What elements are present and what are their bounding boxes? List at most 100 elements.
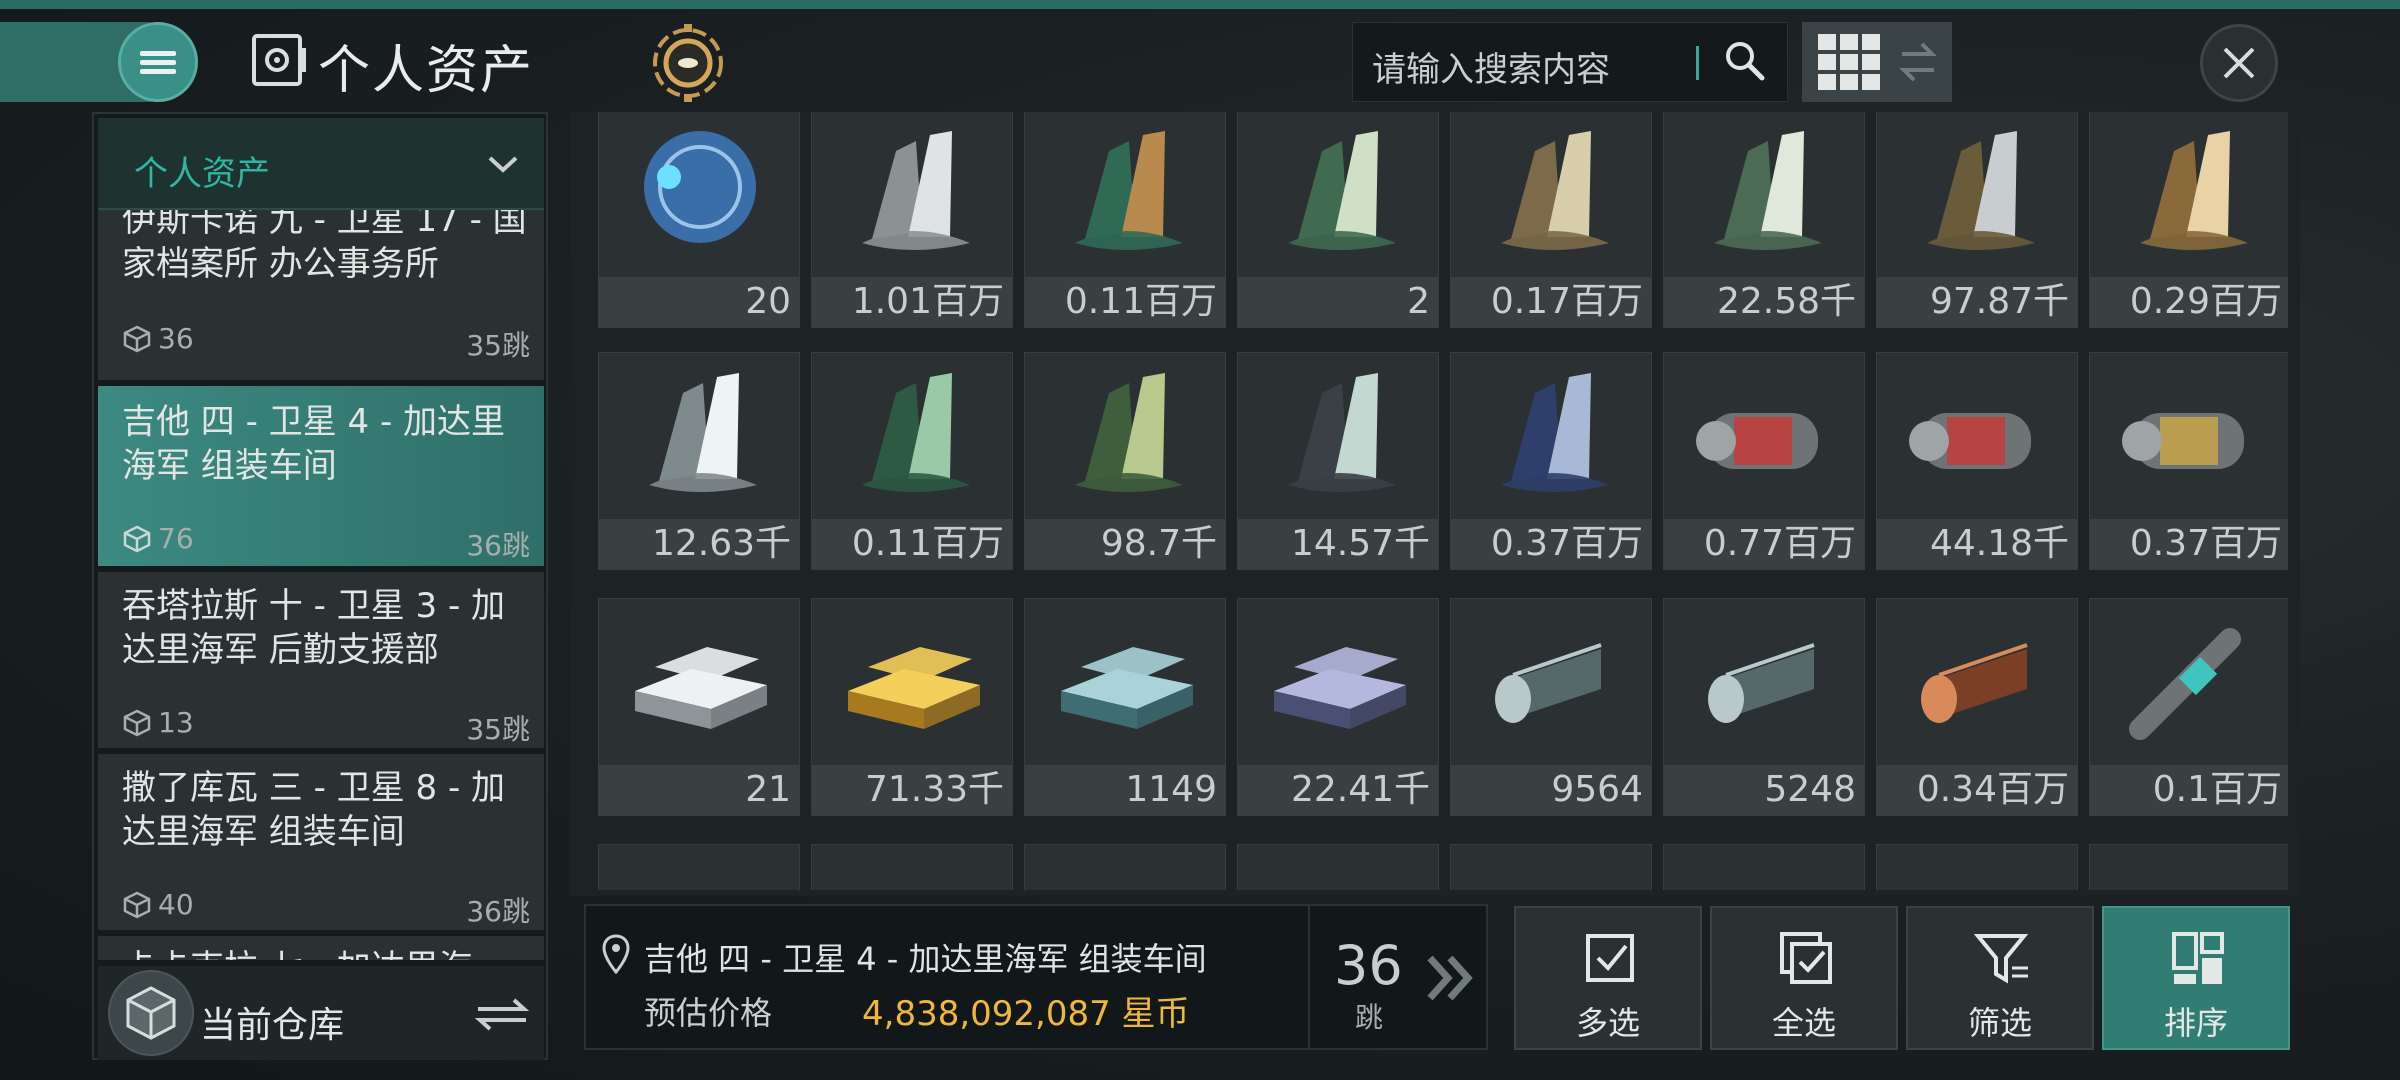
select-all-icon: [1780, 932, 1832, 984]
part-icon: [1025, 845, 1227, 890]
inventory-item[interactable]: 44.18千: [1876, 352, 2078, 570]
inventory-item[interactable]: [1024, 844, 1226, 890]
inventory-item[interactable]: 0.29百万: [2089, 112, 2288, 328]
part-icon: [599, 845, 801, 890]
filter-label: 筛选: [1967, 1004, 2032, 1042]
safe-icon: [252, 34, 306, 86]
item-quantity: 0.77百万: [1664, 519, 1864, 569]
item-quantity: 71.33千: [812, 765, 1012, 815]
search-icon[interactable]: [1722, 38, 1768, 84]
location-item[interactable]: 伊斯卡诺 九 - 卫星 17 - 国家档案所 办公事务所 36 35跳: [98, 210, 544, 380]
swap-arrows-icon[interactable]: [474, 996, 530, 1032]
hamburger-icon: [140, 47, 176, 78]
inventory-item[interactable]: [2089, 844, 2288, 890]
tritanium-ore-icon: [862, 131, 970, 250]
drone-pod-icon: [644, 131, 756, 243]
fabric-roll-icon: [1495, 643, 1602, 723]
estimated-price-value: 4,838,092,087 星币: [862, 994, 1190, 1034]
inventory-item[interactable]: 0.34百万: [1876, 598, 2078, 816]
inventory-item[interactable]: 0.11百万: [811, 352, 1013, 570]
inventory-grid[interactable]: 20 1.01百万 0.11百万 2 0.17百万 22.58千 97.87千 0.29百万 1…: [598, 112, 2288, 890]
green-crystal-cluster-icon: [1075, 131, 1183, 250]
search-input[interactable]: 请输入搜索内容: [1372, 42, 1610, 91]
copper-sheet-icon: [1921, 643, 2028, 723]
inventory-item[interactable]: 0.17百万: [1450, 112, 1652, 328]
search-divider: [1696, 46, 1699, 80]
sort-icon: [2172, 932, 2224, 984]
close-icon: [2223, 47, 2255, 79]
inventory-item[interactable]: 20: [598, 112, 800, 328]
count-value: 36: [158, 322, 194, 355]
grid-view-icon[interactable]: [1818, 34, 1880, 90]
location-name: 吞塔拉斯 十 - 卫星 3 - 加达里海军 后勤支援部: [122, 586, 506, 670]
warehouse-icon-circle: [108, 970, 194, 1056]
inventory-item[interactable]: [1663, 844, 1865, 890]
multi-select-button[interactable]: 多选: [1514, 906, 1702, 1050]
item-quantity: 20: [599, 277, 799, 327]
item-quantity: 0.34百万: [1877, 765, 2077, 815]
current-warehouse-label: 当前仓库: [200, 1005, 345, 1046]
silver-ingot-icon: [635, 647, 767, 729]
bronze-crystal-icon: [1501, 131, 1609, 250]
part-icon: [2090, 845, 2288, 890]
chevron-down-icon[interactable]: [486, 152, 520, 176]
inventory-item[interactable]: 0.37百万: [1450, 352, 1652, 570]
dark-crystal-cluster-icon: [1288, 373, 1396, 492]
filter-button[interactable]: 筛选: [1906, 906, 2094, 1050]
location-list[interactable]: 伊斯卡诺 九 - 卫星 17 - 国家档案所 办公事务所 36 35跳 吉他 四…: [98, 210, 544, 960]
dropdown-label: 个人资产: [134, 154, 270, 194]
item-quantity: 12.63千: [599, 519, 799, 569]
inventory-item[interactable]: 97.87千: [1876, 112, 2078, 328]
item-quantity: 0.17百万: [1451, 277, 1651, 327]
item-quantity: 0.37百万: [1451, 519, 1651, 569]
inventory-item[interactable]: 0.1百万: [2089, 598, 2288, 816]
inventory-item[interactable]: 98.7千: [1024, 352, 1226, 570]
inventory-item[interactable]: 0.11百万: [1024, 112, 1226, 328]
item-quantity: 0.29百万: [2090, 277, 2288, 327]
inventory-item[interactable]: 9564: [1450, 598, 1652, 816]
inventory-item[interactable]: [1876, 844, 2078, 890]
menu-button[interactable]: [118, 22, 198, 102]
select-all-button[interactable]: 全选: [1710, 906, 1898, 1050]
close-button[interactable]: [2200, 24, 2278, 102]
location-item[interactable]: 撒了库瓦 三 - 卫星 8 - 加达里海军 组装车间 40 36跳: [98, 754, 544, 930]
inventory-item[interactable]: 2: [1237, 112, 1439, 328]
location-name: 伊斯卡诺 九 - 卫星 17 - 国家档案所 办公事务所: [122, 210, 527, 284]
count-value: 40: [158, 888, 194, 921]
inventory-item[interactable]: 0.37百万: [2089, 352, 2288, 570]
item-quantity: 97.87千: [1877, 277, 2077, 327]
item-quantity: 0.11百万: [1025, 277, 1225, 327]
teal-ingot-icon: [1061, 647, 1193, 729]
sort-button[interactable]: 排序: [2102, 906, 2290, 1050]
inventory-item[interactable]: 1149: [1024, 598, 1226, 816]
item-quantity: 0.37百万: [2090, 519, 2288, 569]
multi-select-icon: [1586, 934, 1634, 982]
inventory-item[interactable]: 1.01百万: [811, 112, 1013, 328]
location-item-count: 36: [122, 322, 194, 355]
dark-green-crystal-icon: [862, 373, 970, 492]
jumps-count: 36: [1334, 934, 1403, 997]
amber-crystal-icon: [2140, 131, 2248, 250]
inventory-item[interactable]: 14.57千: [1237, 352, 1439, 570]
inventory-item[interactable]: [1450, 844, 1652, 890]
inventory-item[interactable]: 12.63千: [598, 352, 800, 570]
inventory-item[interactable]: [1237, 844, 1439, 890]
location-item[interactable]: 卡卡克拉 七 - 加达里海: [98, 936, 544, 960]
inventory-item[interactable]: 22.41千: [1237, 598, 1439, 816]
inventory-item[interactable]: 71.33千: [811, 598, 1013, 816]
red-canister-icon: [1909, 413, 2031, 469]
location-name: 吉他 四 - 卫星 4 - 加达里海军 组装车间: [122, 402, 506, 486]
item-quantity: 44.18千: [1877, 519, 2077, 569]
location-item-selected[interactable]: 吉他 四 - 卫星 4 - 加达里海军 组装车间 76 36跳: [98, 386, 544, 566]
inventory-item[interactable]: 22.58千: [1663, 112, 1865, 328]
inventory-item[interactable]: 5248: [1663, 598, 1865, 816]
location-item[interactable]: 吞塔拉斯 十 - 卫星 3 - 加达里海军 后勤支援部 13 35跳: [98, 572, 544, 748]
top-accent-line: [0, 0, 2400, 9]
list-view-swap-icon[interactable]: [1898, 38, 1938, 86]
scanner-eye-icon[interactable]: [644, 22, 732, 104]
fabric-roll-icon: [1708, 643, 1815, 723]
inventory-item[interactable]: [598, 844, 800, 890]
inventory-item[interactable]: 21: [598, 598, 800, 816]
inventory-item[interactable]: 0.77百万: [1663, 352, 1865, 570]
inventory-item[interactable]: [811, 844, 1013, 890]
